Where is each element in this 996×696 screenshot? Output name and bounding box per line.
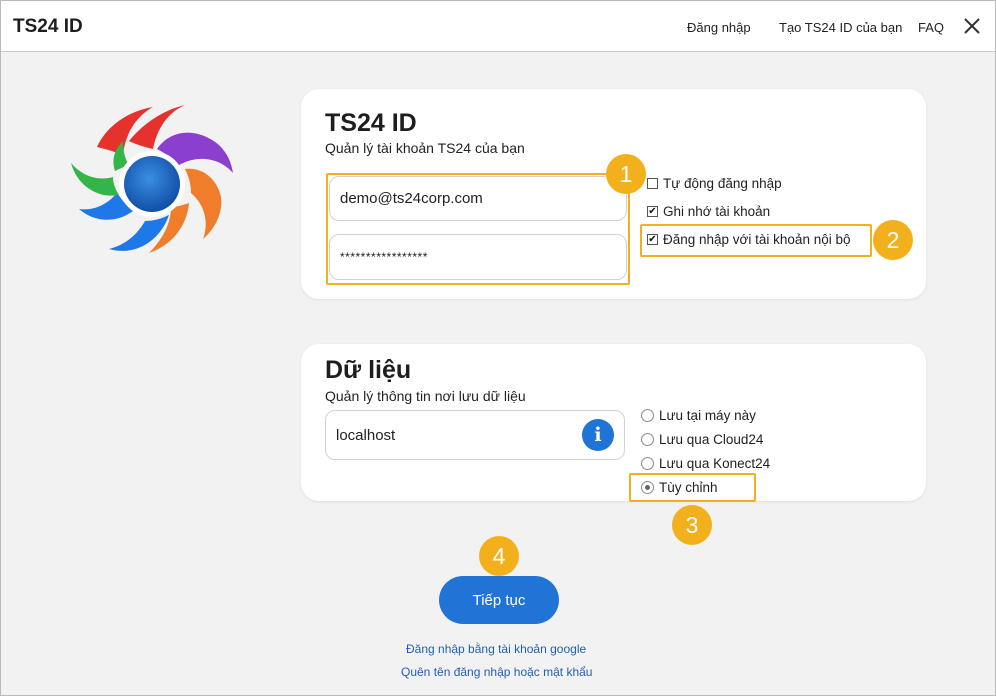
highlight-internal-account [640,224,872,257]
server-input[interactable]: localhost [325,410,625,460]
data-card: Dữ liệu Quản lý thông tin nơi lưu dữ liệ… [301,344,926,501]
callout-badge-1: 1 [606,154,646,194]
account-card-subtitle: Quản lý tài khoản TS24 của bạn [325,140,525,156]
remember-account-label: Ghi nhớ tài khoản [663,204,771,219]
data-card-title: Dữ liệu [325,356,412,384]
close-icon[interactable] [963,17,981,35]
radio-circle [641,433,654,446]
check-icon: ✔ [647,206,658,217]
data-card-subtitle: Quản lý thông tin nơi lưu dữ liệu [325,388,526,404]
callout-badge-4: 4 [479,536,519,576]
continue-button[interactable]: Tiếp tục [439,576,559,624]
nav-create-id-link[interactable]: Tạo TS24 ID của bạn [779,20,902,35]
app-title: TS24 ID [13,16,83,37]
title-bar: TS24 ID Đăng nhập Tạo TS24 ID của bạn FA… [1,1,995,52]
storage-local-label: Lưu tại máy này [659,408,756,423]
remember-account-checkbox[interactable]: ✔ Ghi nhớ tài khoản [647,204,770,219]
storage-cloud24-label: Lưu qua Cloud24 [659,432,764,447]
auto-login-label: Tự động đăng nhập [663,176,782,191]
highlight-credentials [326,173,630,285]
google-login-link[interactable]: Đăng nhập bằng tài khoản google [406,642,586,656]
ts24-logo [67,99,237,269]
nav-login-link[interactable]: Đăng nhập [687,20,751,35]
storage-cloud24-radio[interactable]: Lưu qua Cloud24 [641,432,763,447]
callout-badge-2: 2 [873,220,913,260]
storage-konect24-label: Lưu qua Konect24 [659,456,771,471]
forgot-credentials-link[interactable]: Quên tên đăng nhập hoặc mật khẩu [401,665,592,679]
auto-login-checkbox[interactable]: Tự động đăng nhập [647,176,782,191]
app-window: TS24 ID Đăng nhập Tạo TS24 ID của bạn FA… [0,0,996,696]
info-icon[interactable]: i [582,419,614,451]
callout-badge-3: 3 [672,505,712,545]
checkbox-box [647,178,658,189]
account-card-title: TS24 ID [325,109,417,137]
radio-circle [641,457,654,470]
highlight-custom-storage [629,473,756,502]
storage-local-radio[interactable]: Lưu tại máy này [641,408,756,423]
nav-faq-link[interactable]: FAQ [918,20,944,35]
radio-circle [641,409,654,422]
storage-konect24-radio[interactable]: Lưu qua Konect24 [641,456,770,471]
